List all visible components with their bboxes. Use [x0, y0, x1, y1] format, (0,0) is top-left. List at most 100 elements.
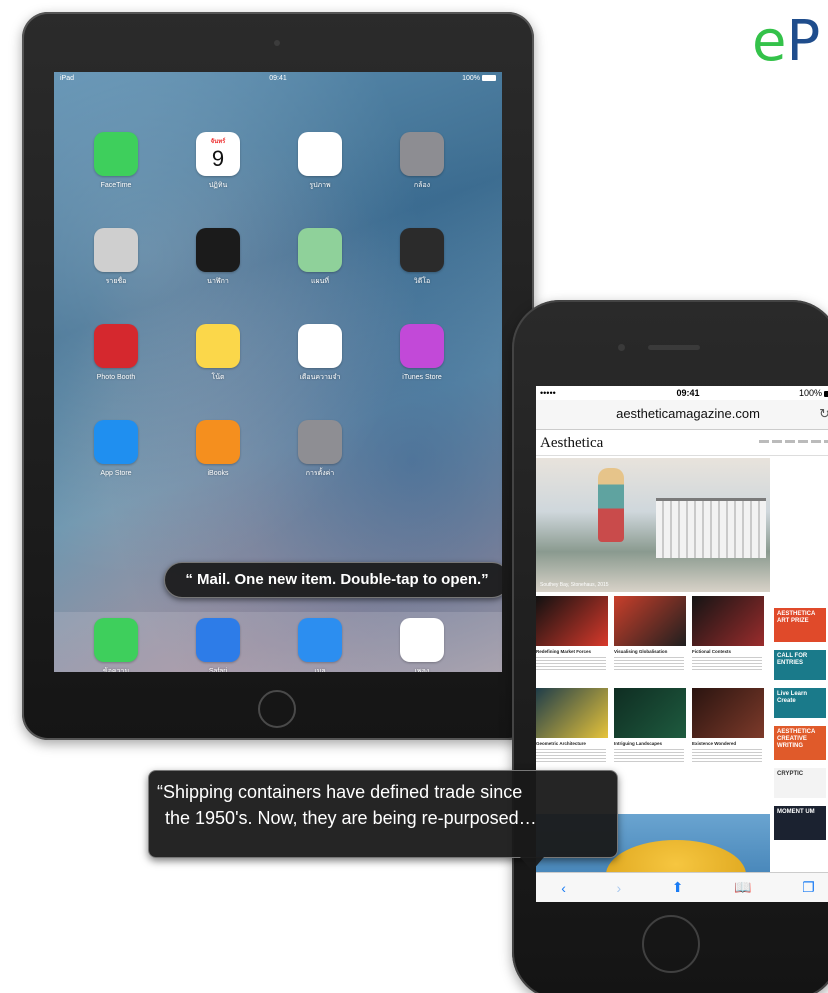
article-title[interactable]: Visualising Globalisation: [614, 649, 667, 654]
dock-app-mail[interactable]: เมล: [280, 618, 360, 672]
app-label: วิดีโอ: [413, 278, 431, 285]
app-label: iTunes Store: [402, 374, 442, 381]
sidebar-ad[interactable]: MOMENT UM: [774, 806, 826, 840]
ipad-time: 09:41: [269, 75, 287, 82]
iphone-battery-percent: 100%: [798, 388, 822, 398]
app-label: เมล: [314, 668, 326, 672]
sidebar-ad[interactable]: AESTHETICA ART PRIZE: [774, 608, 826, 642]
speech-line-1: “Shipping containers have defined trade …: [157, 782, 523, 802]
ipad-device: iPad 09:41 100% FaceTime จันทร์ 9 ปฏิทิน รูป…: [22, 12, 534, 740]
sidebar-ad[interactable]: Live Learn Create: [774, 688, 826, 718]
article-thumbnail[interactable]: [536, 596, 608, 646]
article-thumbnail[interactable]: [614, 688, 686, 738]
article-title[interactable]: Existence Wondered: [692, 741, 736, 746]
app-label: รายชื่อ: [105, 278, 127, 285]
speech-line-2: the 1950's. Now, they are being re-purpo…: [165, 808, 537, 828]
hero-caption: Southey Bay, Stonehaus, 2015: [540, 582, 609, 588]
article-excerpt: [692, 657, 762, 671]
app-settings[interactable]: การตั้งค่า: [280, 420, 360, 478]
article-thumbnail[interactable]: [614, 596, 686, 646]
hero-figure: [598, 468, 624, 542]
reload-icon[interactable]: ↻: [819, 406, 828, 422]
brand-letter-p: P: [786, 9, 821, 74]
app-label: FaceTime: [100, 182, 132, 189]
article-title[interactable]: Fictional Contexts: [692, 649, 731, 654]
dock-app-music[interactable]: เพลง: [382, 618, 462, 672]
music-icon: [400, 618, 444, 662]
url-text[interactable]: aestheticamagazine.com: [536, 406, 828, 421]
article-thumbnail[interactable]: [692, 596, 764, 646]
app-store-icon: [94, 420, 138, 464]
site-header: Aesthetica: [536, 432, 828, 456]
article-title[interactable]: Intriguing Landscapes: [614, 741, 662, 746]
article-thumbnail[interactable]: [536, 688, 608, 738]
contacts-icon: [94, 228, 138, 272]
sidebar-ad[interactable]: AESTHETICA CREATIVE WRITING: [774, 726, 826, 760]
camera-icon: [400, 132, 444, 176]
clock-icon: [196, 228, 240, 272]
app-ibooks[interactable]: iBooks: [178, 420, 258, 478]
article-thumbnail[interactable]: [692, 688, 764, 738]
app-contacts[interactable]: รายชื่อ: [76, 228, 156, 286]
app-videos[interactable]: วิดีโอ: [382, 228, 462, 286]
bookmarks-icon[interactable]: 📖: [734, 879, 751, 896]
iphone-home-button[interactable]: [642, 915, 700, 973]
ibooks-icon: [196, 420, 240, 464]
safari-toolbar: ‹ › ⬆ 📖 ❐: [536, 872, 828, 902]
tabs-icon[interactable]: ❐: [802, 879, 815, 896]
calendar-date: 9: [211, 146, 225, 171]
app-camera[interactable]: กล้อง: [382, 132, 462, 190]
settings-icon: [298, 420, 342, 464]
brand-letter-e: e: [752, 9, 787, 74]
article-title[interactable]: Geometric Architecture: [536, 741, 586, 746]
article-excerpt: [692, 749, 762, 763]
app-reminders[interactable]: เตือนความจำ: [280, 324, 360, 382]
hero-image[interactable]: Southey Bay, Stonehaus, 2015: [536, 458, 770, 592]
app-photo-booth[interactable]: Photo Booth: [76, 324, 156, 382]
app-photos[interactable]: รูปภาพ: [280, 132, 360, 190]
notes-icon: [196, 324, 240, 368]
maps-icon: [298, 228, 342, 272]
app-label: รูปภาพ: [309, 182, 331, 189]
app-itunes-store[interactable]: iTunes Store: [382, 324, 462, 382]
reminders-icon: [298, 324, 342, 368]
app-label: เตือนความจำ: [299, 374, 341, 381]
dock-app-messages[interactable]: ข้อความ: [76, 618, 156, 672]
app-notes[interactable]: โน้ต: [178, 324, 258, 382]
forward-icon[interactable]: ›: [617, 880, 622, 896]
dock-app-safari[interactable]: Safari: [178, 618, 258, 672]
ipad-home-button[interactable]: [258, 690, 296, 728]
speech-bubble-tail: [520, 857, 544, 871]
app-label: แผนที่: [310, 278, 329, 285]
calendar-icon: จันทร์ 9: [196, 132, 240, 176]
ipad-dock: ข้อความ Safari เมล เพลง: [54, 612, 502, 672]
iphone-battery: 100%: [799, 386, 828, 400]
app-clock[interactable]: นาฬิกา: [178, 228, 258, 286]
brand-logo: eP: [752, 12, 820, 72]
itunes-store-icon: [400, 324, 444, 368]
app-label: นาฬิกา: [207, 278, 229, 285]
app-maps[interactable]: แผนที่: [280, 228, 360, 286]
ipad-home-screen: iPad 09:41 100% FaceTime จันทร์ 9 ปฏิทิน รูป…: [54, 72, 502, 672]
app-calendar[interactable]: จันทร์ 9 ปฏิทิน: [178, 132, 258, 190]
voiceover-speech-bubble: “Shipping containers have defined trade …: [148, 770, 618, 858]
app-app-store[interactable]: App Store: [76, 420, 156, 478]
messages-icon: [94, 618, 138, 662]
ipad-status-bar: iPad 09:41 100%: [54, 72, 502, 86]
app-facetime[interactable]: FaceTime: [76, 132, 156, 190]
address-bar[interactable]: aestheticamagazine.com ↻: [536, 400, 828, 430]
iphone-device: ••••• 09:41 100% aestheticamagazine.com …: [512, 300, 828, 993]
site-logo[interactable]: Aesthetica: [540, 435, 603, 452]
iphone-status-bar: ••••• 09:41 100%: [536, 386, 828, 400]
sidebar-ad[interactable]: CALL FOR ENTRIES: [774, 650, 826, 680]
app-label: ปฏิทิน: [208, 182, 228, 189]
iphone-time: 09:41: [676, 388, 700, 398]
share-icon[interactable]: ⬆: [672, 879, 684, 896]
article-title[interactable]: Redefining Market Forces: [536, 649, 591, 654]
ipad-battery: 100%: [462, 72, 496, 86]
back-icon[interactable]: ‹: [561, 880, 566, 896]
safari-icon: [196, 618, 240, 662]
sidebar-ad[interactable]: CRYPTIC: [774, 768, 826, 798]
site-nav[interactable]: [759, 440, 828, 443]
app-label: ข้อความ: [102, 668, 130, 672]
